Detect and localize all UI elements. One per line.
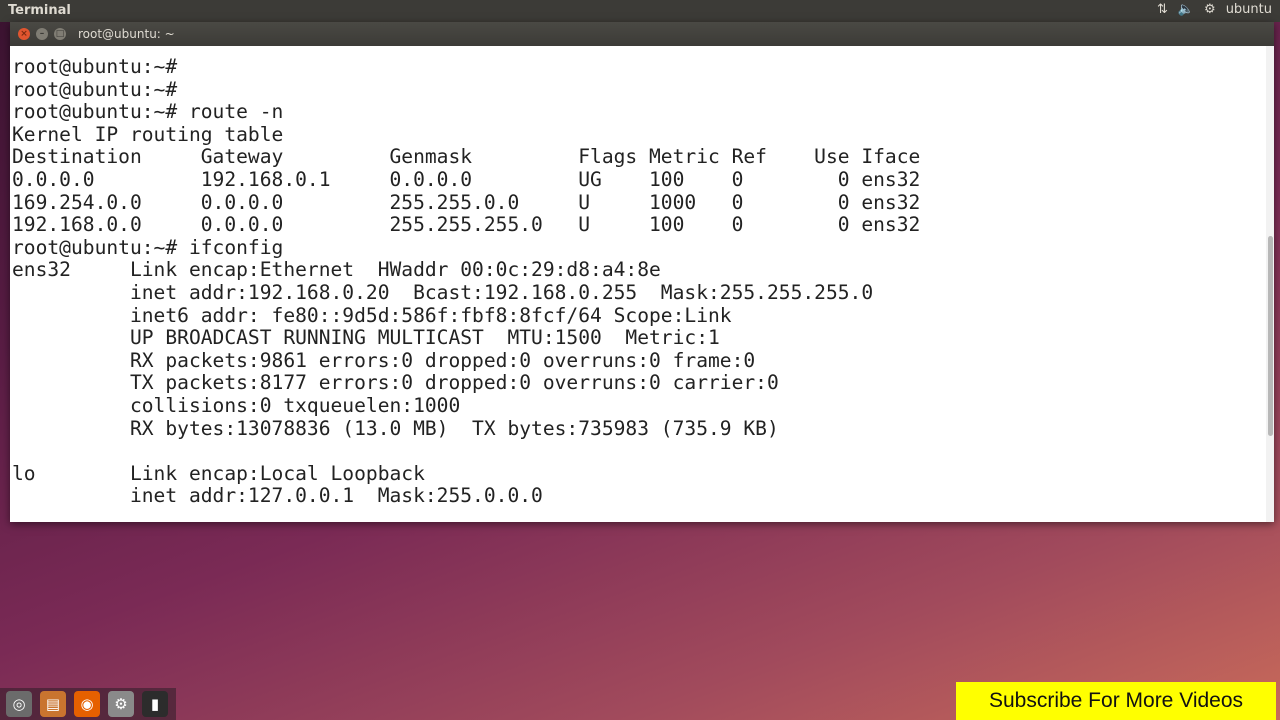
maximize-button[interactable]: □ [54,28,66,40]
terminal-scrollbar[interactable] [1266,46,1274,522]
user-label[interactable]: ubuntu [1226,2,1272,17]
terminal-line: 192.168.0.0 0.0.0.0 255.255.255.0 U 100 … [12,213,921,237]
terminal-line: inet addr:192.168.0.20 Bcast:192.168.0.2… [12,280,874,304]
network-arrows-icon[interactable]: ⇅ [1157,2,1168,17]
terminal-line: RX packets:9861 errors:0 dropped:0 overr… [12,348,756,372]
minimize-button[interactable]: – [36,28,48,40]
top-panel: Terminal ⇅ 🔈 ⚙ ubuntu [0,0,1280,22]
window-titlebar[interactable]: × – □ root@ubuntu: ~ [10,22,1274,46]
terminal-line: UP BROADCAST RUNNING MULTICAST MTU:1500 … [12,326,720,350]
gear-icon[interactable]: ⚙ [1204,2,1216,17]
scrollbar-thumb[interactable] [1268,236,1273,436]
panel-indicators: ⇅ 🔈 ⚙ ubuntu [1157,2,1272,17]
settings-icon[interactable]: ⚙ [108,691,134,717]
terminal-window: × – □ root@ubuntu: ~ root@ubuntu:~# root@… [10,22,1274,522]
terminal-line: lo Link encap:Local Loopback [12,461,425,485]
subscribe-banner: Subscribe For More Videos [956,682,1276,720]
terminal-line: Destination Gateway Genmask Flags Metric… [12,145,921,169]
terminal-output[interactable]: root@ubuntu:~# root@ubuntu:~# root@ubuntu:… [12,56,1262,520]
terminal-line: Kernel IP routing table [12,122,284,146]
terminal-line: root@ubuntu:~# [12,77,178,101]
dash-icon[interactable]: ◎ [6,691,32,717]
terminal-line: RX bytes:13078836 (13.0 MB) TX bytes:735… [12,416,779,440]
firefox-icon[interactable]: ◉ [74,691,100,717]
terminal-line: root@ubuntu:~# [12,56,178,78]
speaker-icon[interactable]: 🔈 [1178,2,1194,17]
active-app-title: Terminal [8,3,71,18]
terminal-icon[interactable]: ▮ [142,691,168,717]
terminal-line: collisions:0 txqueuelen:1000 [12,393,461,417]
window-title: root@ubuntu: ~ [78,27,175,41]
terminal-line: inet6 addr: fe80::9d5d:586f:fbf8:8fcf/64… [12,303,732,327]
files-icon[interactable]: ▤ [40,691,66,717]
terminal-line: 0.0.0.0 192.168.0.1 0.0.0.0 UG 100 0 0 e… [12,167,921,191]
terminal-line: TX packets:8177 errors:0 dropped:0 overr… [12,371,779,395]
terminal-line: 169.254.0.0 0.0.0.0 255.255.0.0 U 1000 0… [12,190,921,214]
terminal-line: inet addr:127.0.0.1 Mask:255.0.0.0 [12,484,543,508]
close-button[interactable]: × [18,28,30,40]
terminal-line: ens32 Link encap:Ethernet HWaddr 00:0c:2… [12,258,661,282]
launcher-bar: ◎ ▤ ◉ ⚙ ▮ [0,688,176,720]
terminal-line: root@ubuntu:~# route -n [12,100,284,124]
terminal-line: root@ubuntu:~# ifconfig [12,235,284,259]
